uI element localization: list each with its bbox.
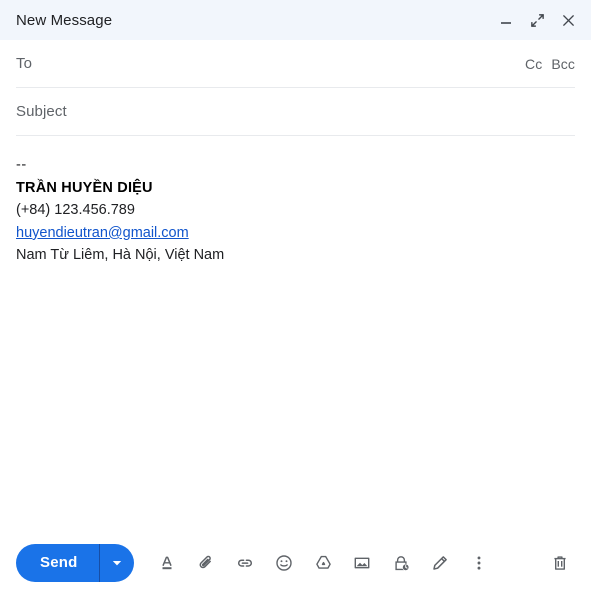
close-icon[interactable] [559,11,577,29]
compose-toolbar: Send [0,534,591,592]
to-label: To [16,55,33,72]
window-controls [497,11,577,29]
attach-file-icon[interactable] [189,546,223,580]
signature-delimiter: -- [16,157,27,173]
formatting-options-icon[interactable] [150,546,184,580]
insert-signature-icon[interactable] [423,546,457,580]
cc-bcc-group: Cc Bcc [525,56,575,72]
confidential-mode-icon[interactable] [384,546,418,580]
fullscreen-icon[interactable] [528,11,546,29]
compose-title: New Message [16,11,113,29]
minimize-icon[interactable] [497,11,515,29]
cc-button[interactable]: Cc [525,56,542,72]
bcc-button[interactable]: Bcc [551,56,575,72]
more-options-icon[interactable] [462,546,496,580]
signature-email-link[interactable]: huyendieutran@gmail.com [16,222,189,245]
compose-window: New Message To Cc Bcc Subject -- TRẦN HU… [0,0,591,592]
send-button[interactable]: Send [16,544,99,582]
signature-name: TRẦN HUYỀN DIỆU [16,179,153,196]
to-field-row[interactable]: To Cc Bcc [16,40,575,88]
toolbar-icon-group [150,546,496,580]
send-button-group[interactable]: Send [16,544,135,582]
send-options-chevron-down-icon[interactable] [100,544,134,582]
email-signature: -- TRẦN HUYỀN DIỆU (+84) 123.456.789 huy… [16,154,575,267]
discard-draft-icon[interactable] [543,546,577,580]
signature-address: Nam Từ Liêm, Hà Nội, Việt Nam [16,247,225,264]
subject-input[interactable]: Subject [16,103,67,120]
insert-emoji-icon[interactable] [267,546,301,580]
insert-link-icon[interactable] [228,546,262,580]
subject-field-row[interactable]: Subject [16,88,575,136]
insert-drive-file-icon[interactable] [306,546,340,580]
signature-phone: (+84) 123.456.789 [16,202,135,219]
signature-email-line: huyendieutran@gmail.com [16,222,575,245]
message-body[interactable]: -- TRẦN HUYỀN DIỆU (+84) 123.456.789 huy… [0,136,591,534]
compose-header: New Message [0,0,591,40]
insert-photo-icon[interactable] [345,546,379,580]
